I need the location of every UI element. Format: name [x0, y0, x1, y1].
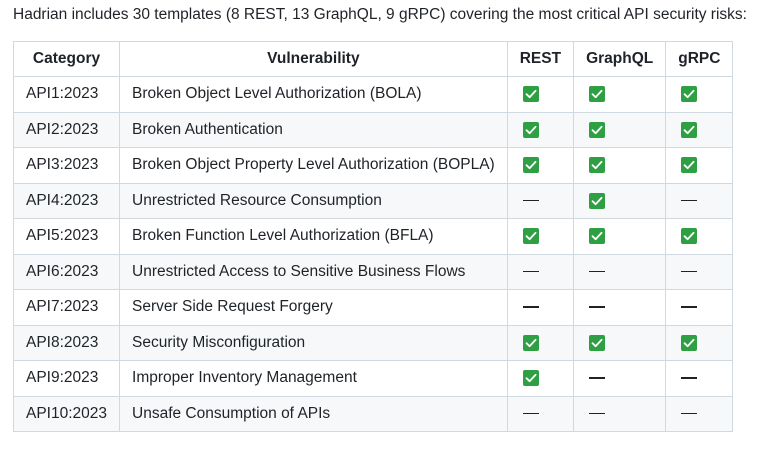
category-cell: API5:2023 [12, 218, 121, 255]
table-row: API8:2023 Security Misconfiguration [12, 324, 734, 361]
grpc-support-cell [665, 76, 734, 113]
dash-icon [522, 306, 539, 308]
category-cell: API6:2023 [12, 253, 121, 290]
vulnerability-cell: Unrestricted Access to Sensitive Busines… [119, 253, 508, 290]
check-mark-icon [681, 121, 698, 138]
dash-icon [681, 412, 698, 415]
table-row: API4:2023 Unrestricted Resource Consumpti… [12, 182, 734, 219]
check-mark-icon [522, 157, 539, 174]
rest-support-cell [506, 324, 575, 361]
table-row: API6:2023 Unrestricted Access to Sensitiv… [12, 253, 734, 290]
vulnerability-cell: Broken Authentication [119, 111, 508, 148]
category-cell: API4:2023 [12, 182, 121, 219]
dash-icon [681, 306, 698, 308]
grpc-support-cell [665, 253, 734, 290]
grpc-support-cell [665, 182, 734, 219]
dash-icon [681, 377, 698, 379]
check-mark-icon [681, 157, 698, 174]
rest-support-cell [506, 253, 575, 290]
header-rest: REST [506, 41, 575, 77]
rest-support-cell [506, 76, 575, 113]
dash-icon [522, 199, 539, 202]
vulnerability-cell: Improper Inventory Management [119, 360, 508, 397]
graphql-support-cell [573, 218, 667, 255]
header-graphql: GraphQL [573, 41, 667, 77]
graphql-support-cell [573, 395, 667, 432]
graphql-support-cell [573, 289, 667, 326]
check-mark-icon [681, 86, 698, 103]
category-cell: API3:2023 [12, 147, 121, 184]
vulnerability-cell: Security Misconfiguration [119, 324, 508, 361]
grpc-support-cell [665, 218, 734, 255]
grpc-support-cell [665, 111, 734, 148]
rest-support-cell [506, 147, 575, 184]
check-mark-icon [522, 228, 539, 245]
dash-icon [522, 412, 539, 415]
api-security-table: Category Vulnerability REST GraphQL gRPC… [12, 41, 734, 432]
check-mark-icon [589, 228, 606, 245]
vulnerability-cell: Broken Function Level Authorization (BFL… [119, 218, 508, 255]
table-header-row: Category Vulnerability REST GraphQL gRPC [12, 41, 734, 77]
check-mark-icon [522, 370, 539, 387]
vulnerability-cell: Broken Object Level Authorization (BOLA) [119, 76, 508, 113]
table-row: API7:2023 Server Side Request Forgery [12, 289, 734, 326]
rest-support-cell [506, 289, 575, 326]
category-cell: API8:2023 [12, 324, 121, 361]
dash-icon [681, 270, 698, 273]
vulnerability-cell: Server Side Request Forgery [119, 289, 508, 326]
check-mark-icon [681, 228, 698, 245]
check-mark-icon [589, 86, 606, 103]
check-mark-icon [589, 192, 606, 209]
grpc-support-cell [665, 324, 734, 361]
header-vulnerability: Vulnerability [119, 41, 508, 77]
header-category: Category [12, 41, 121, 77]
graphql-support-cell [573, 182, 667, 219]
check-mark-icon [589, 121, 606, 138]
header-grpc: gRPC [665, 41, 734, 77]
rest-support-cell [506, 360, 575, 397]
graphql-support-cell [573, 324, 667, 361]
table-row: API3:2023 Broken Object Property Level Au… [12, 147, 734, 184]
dash-icon [589, 377, 606, 379]
grpc-support-cell [665, 395, 734, 432]
table-row: API10:2023 Unsafe Consumption of APIs [12, 395, 734, 432]
graphql-support-cell [573, 360, 667, 397]
intro-text: Hadrian includes 30 templates (8 REST, 1… [13, 6, 747, 23]
category-cell: API9:2023 [12, 360, 121, 397]
rest-support-cell [506, 111, 575, 148]
graphql-support-cell [573, 147, 667, 184]
check-mark-icon [522, 334, 539, 351]
dash-icon [681, 199, 698, 202]
category-cell: API2:2023 [12, 111, 121, 148]
vulnerability-cell: Unsafe Consumption of APIs [119, 395, 508, 432]
grpc-support-cell [665, 147, 734, 184]
grpc-support-cell [665, 289, 734, 326]
category-cell: API7:2023 [12, 289, 121, 326]
rest-support-cell [506, 218, 575, 255]
category-cell: API1:2023 [12, 76, 121, 113]
category-cell: API10:2023 [12, 395, 121, 432]
check-mark-icon [589, 334, 606, 351]
graphql-support-cell [573, 76, 667, 113]
check-mark-icon [522, 86, 539, 103]
vulnerability-cell: Unrestricted Resource Consumption [119, 182, 508, 219]
graphql-support-cell [573, 111, 667, 148]
dash-icon [589, 270, 606, 273]
graphql-support-cell [573, 253, 667, 290]
table-row: API5:2023 Broken Function Level Authoriza… [12, 218, 734, 255]
dash-icon [522, 270, 539, 273]
table-row: API9:2023 Improper Inventory Management [12, 360, 734, 397]
check-mark-icon [522, 121, 539, 138]
dash-icon [589, 412, 606, 415]
check-mark-icon [681, 334, 698, 351]
rest-support-cell [506, 182, 575, 219]
rest-support-cell [506, 395, 575, 432]
check-mark-icon [589, 157, 606, 174]
table-row: API2:2023 Broken Authentication [12, 111, 734, 148]
vulnerability-cell: Broken Object Property Level Authorizati… [119, 147, 508, 184]
table-row: API1:2023 Broken Object Level Authorizati… [12, 76, 734, 113]
grpc-support-cell [665, 360, 734, 397]
dash-icon [589, 306, 606, 308]
